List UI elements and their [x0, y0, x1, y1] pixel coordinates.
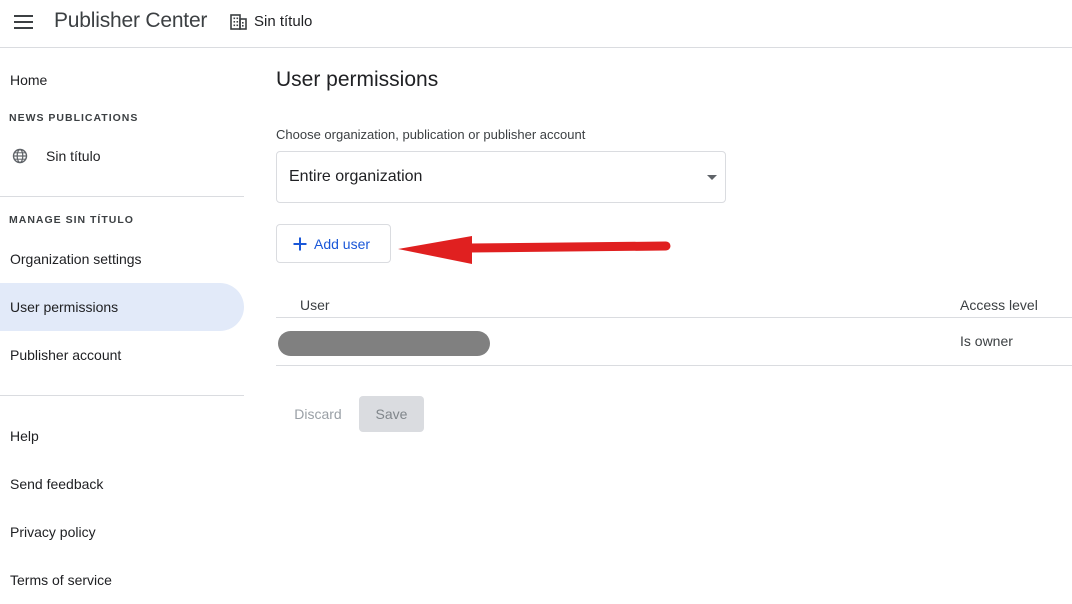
sidebar-divider — [0, 196, 244, 197]
menu-icon[interactable] — [14, 15, 34, 31]
red-arrow-annotation — [398, 236, 671, 264]
sidebar-item-publication[interactable]: Sin título — [0, 132, 244, 180]
plus-icon — [293, 237, 307, 251]
column-header-user: User — [300, 297, 330, 313]
dropdown-arrow-icon — [707, 175, 717, 180]
sidebar-item-home[interactable]: Home — [0, 56, 244, 104]
redacted-user-email — [278, 331, 490, 356]
sidebar-item-privacy-policy[interactable]: Privacy policy — [0, 508, 244, 556]
table-header-divider — [276, 317, 1072, 318]
sidebar-item-send-feedback[interactable]: Send feedback — [0, 460, 244, 508]
sidebar-item-help[interactable]: Help — [0, 412, 244, 460]
add-user-label: Add user — [314, 236, 371, 252]
select-value: Entire organization — [289, 168, 423, 185]
table-row-divider — [276, 365, 1072, 366]
org-name[interactable]: Sin título — [254, 13, 312, 30]
section-label-news-publications: NEWS PUBLICATIONS — [9, 112, 139, 124]
organization-select[interactable]: Entire organization — [276, 151, 726, 203]
access-level-cell: Is owner — [960, 333, 1013, 349]
save-button[interactable]: Save — [359, 396, 424, 432]
app-title[interactable]: Publisher Center — [54, 9, 207, 33]
add-user-button[interactable]: Add user — [276, 224, 391, 263]
page-title: User permissions — [276, 68, 439, 91]
column-header-access-level: Access level — [960, 297, 1038, 313]
sidebar-item-organization-settings[interactable]: Organization settings — [0, 235, 244, 283]
sidebar-divider — [0, 395, 244, 396]
discard-button[interactable]: Discard — [283, 396, 353, 432]
select-label: Choose organization, publication or publ… — [276, 127, 586, 142]
sidebar-item-terms-of-service[interactable]: Terms of service — [0, 556, 244, 604]
building-icon — [230, 14, 247, 30]
top-app-bar: Publisher Center Sin título — [0, 0, 1072, 48]
section-label-manage: MANAGE SIN TÍTULO — [9, 214, 134, 226]
sidebar-item-publisher-account[interactable]: Publisher account — [0, 331, 244, 379]
sidebar-item-user-permissions[interactable]: User permissions — [0, 283, 244, 331]
